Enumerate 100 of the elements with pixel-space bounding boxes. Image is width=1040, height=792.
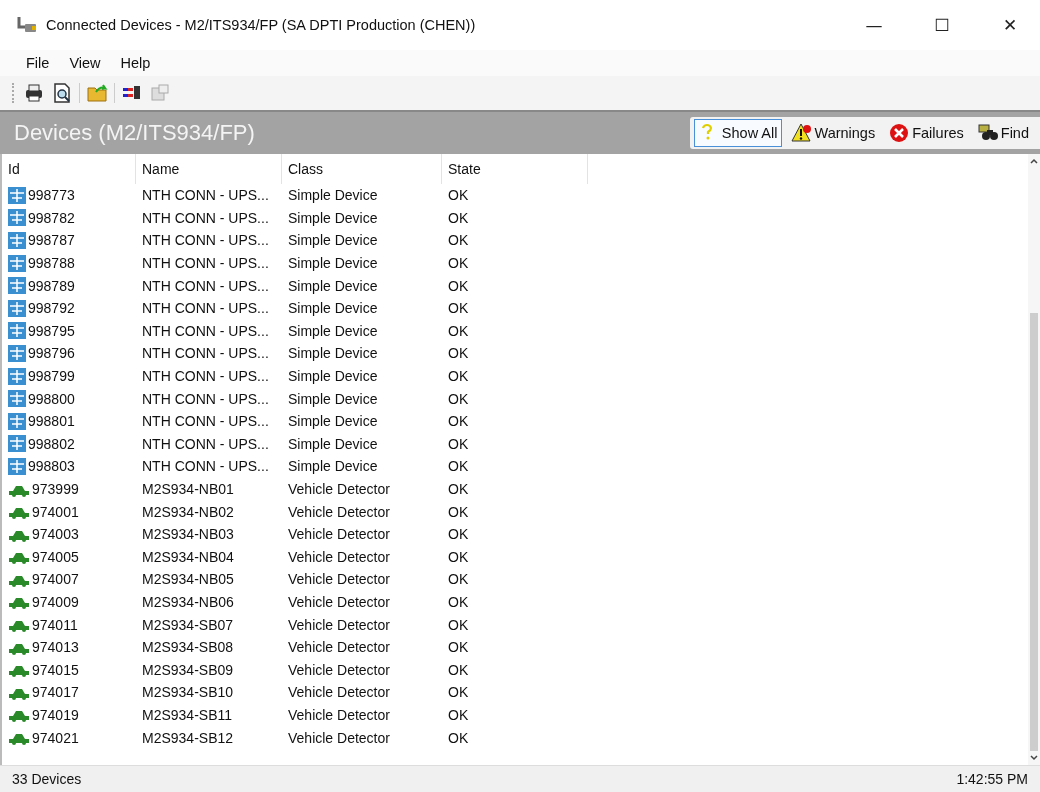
table-cell: 998799	[28, 368, 75, 385]
filter-button[interactable]: Show All	[693, 119, 783, 147]
table-cell-text: OK	[447, 616, 470, 633]
table-cell-text: Simple Device	[287, 413, 379, 430]
table-cell-text: OK	[447, 232, 470, 249]
device-icon	[8, 457, 26, 475]
column-header[interactable]: Class	[282, 154, 442, 184]
status-time: 1:42:55 PM	[956, 771, 1028, 787]
table-cell: 998787	[28, 232, 75, 249]
table-cell-text: M2S934-SB07	[141, 616, 235, 633]
table-cell-text: NTH CONN - UPS...	[141, 277, 270, 294]
device-icon	[8, 322, 26, 340]
device-icon	[8, 232, 26, 249]
table-cell-text: Simple Device	[287, 232, 379, 249]
close-button[interactable]: ✕	[980, 5, 1040, 45]
scroll-up-icon[interactable]	[1030, 158, 1038, 164]
table-cell-text: Simple Device	[287, 209, 379, 226]
table-cell-text: NTH CONN - UPS...	[141, 413, 270, 430]
table-cell: 998782	[28, 209, 75, 226]
device-icon	[8, 186, 26, 204]
table-cell-text: OK	[447, 706, 470, 723]
table-cell: 974015	[32, 661, 79, 678]
table-cell-text: Simple Device	[287, 187, 379, 204]
scrollbar[interactable]	[1028, 154, 1040, 765]
print-preview-icon[interactable]	[51, 82, 73, 104]
column-header[interactable]: Id	[2, 154, 136, 184]
device-icon	[8, 390, 26, 408]
menu-item[interactable]: File	[18, 53, 58, 73]
filter-button[interactable]: Find	[972, 119, 1034, 147]
menu-item[interactable]: View	[61, 53, 109, 73]
table-cell-text: M2S934-NB03	[141, 526, 235, 543]
table-cell-text: M2S934-NB02	[141, 503, 235, 520]
table-cell-text: Vehicle Detector	[287, 571, 391, 588]
table-cell-text: M2S934-NB05	[141, 571, 235, 588]
table-cell: 998802	[28, 435, 75, 452]
table-cell-text: M2S934-SB09	[141, 661, 235, 678]
table-cell: 998773	[28, 187, 75, 204]
table-cell-text: Vehicle Detector	[287, 503, 391, 520]
table-cell-text: OK	[447, 458, 470, 475]
menu-item[interactable]: Help	[112, 53, 159, 73]
filter-button[interactable]: Warnings	[786, 119, 881, 147]
table-cell-text: OK	[447, 571, 470, 588]
table-cell-text: OK	[447, 413, 470, 430]
error-icon	[889, 123, 910, 143]
table-cell-text: OK	[447, 187, 470, 204]
device-icon	[8, 344, 26, 362]
maximize-button[interactable]: ☐	[912, 5, 972, 45]
table-cell-text: Simple Device	[287, 322, 379, 339]
warning-icon	[791, 123, 812, 143]
table-cell-text: OK	[447, 548, 470, 565]
device-icon	[8, 299, 26, 317]
table-cell-text: Vehicle Detector	[287, 526, 391, 543]
table-cell-text: Vehicle Detector	[287, 661, 391, 678]
column-header[interactable]: State	[442, 154, 588, 184]
filter-button[interactable]: Failures	[884, 119, 969, 147]
table-cell-text: Simple Device	[287, 300, 379, 317]
table-cell-text: Vehicle Detector	[287, 639, 391, 656]
table-cell-text: M2S934-NB01	[141, 481, 235, 497]
table-cell-text: OK	[447, 684, 470, 701]
table-cell: 974019	[32, 706, 79, 723]
minimize-button[interactable]: —	[844, 5, 904, 45]
table-cell: 998795	[28, 322, 75, 339]
table-cell-text: OK	[447, 300, 470, 317]
table-cell-text: NTH CONN - UPS...	[141, 322, 270, 339]
table-cell: 998801	[28, 413, 75, 430]
device-icon	[8, 412, 26, 430]
table-cell-text: NTH CONN - UPS...	[141, 255, 270, 272]
column-header[interactable]: Name	[136, 154, 282, 184]
table-cell-text: Simple Device	[287, 255, 379, 272]
table-cell-text: Simple Device	[287, 345, 379, 362]
window-title: Connected Devices - M2/ITS934/FP (SA DPTI Production (CHEN))	[46, 17, 477, 33]
table-cell-text: OK	[447, 639, 470, 656]
scroll-down-icon[interactable]	[1030, 755, 1038, 761]
table-cell: 974007	[32, 571, 79, 588]
plug-icon	[16, 15, 38, 35]
table-cell-text: OK	[447, 503, 470, 520]
table-cell: 974005	[32, 548, 79, 565]
table-cell-text: M2S934-SB11	[141, 706, 233, 723]
device-icon	[8, 367, 26, 385]
table-cell-text: OK	[447, 345, 470, 362]
folder-icon[interactable]	[86, 82, 108, 104]
table-cell: 974009	[32, 594, 79, 610]
table-cell-text: OK	[447, 481, 470, 497]
printer-icon[interactable]	[23, 82, 45, 104]
table-cell-text: OK	[447, 322, 470, 339]
table-cell-text: M2S934-SB08	[141, 639, 235, 656]
table-cell-text: OK	[447, 729, 470, 746]
table-cell-text: Simple Device	[287, 390, 379, 407]
table-cell-text: M2S934-NB04	[141, 548, 235, 565]
table-cell-text: Vehicle Detector	[287, 706, 391, 723]
table-cell-text: OK	[447, 594, 470, 610]
table-cell-text: OK	[447, 209, 470, 226]
table-cell: 998800	[28, 390, 75, 407]
table-cell: 973999	[32, 481, 79, 497]
table-cell-text: NTH CONN - UPS...	[141, 390, 270, 407]
table-cell-text: Vehicle Detector	[287, 594, 391, 610]
device-icon	[8, 254, 26, 272]
table-cell-text: Simple Device	[287, 277, 379, 294]
table-cell: 974003	[32, 526, 79, 543]
table-cell-text: Simple Device	[287, 435, 379, 452]
